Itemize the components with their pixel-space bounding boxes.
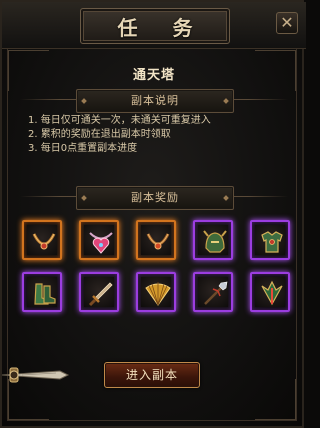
- window-title: 任 务: [117, 15, 207, 40]
- description-header-label: 副本说明: [131, 94, 179, 107]
- description-header: 副本说明: [76, 89, 234, 113]
- rewards-header: 副本奖励: [76, 186, 234, 210]
- enter-dungeon-button[interactable]: 进入副本: [104, 362, 200, 388]
- frame-corner-bottom-right: [255, 379, 296, 420]
- rule-item: 1. 每日仅可通关一次，未通关可重复进入: [28, 115, 211, 126]
- helmet-icon: [203, 230, 227, 253]
- rule-item: 2. 累积的奖励在退出副本时领取: [28, 129, 171, 140]
- close-button[interactable]: ✕: [276, 12, 298, 34]
- reward-grid: [18, 220, 290, 316]
- rule-item: 3. 每日0点重置副本进度: [28, 143, 138, 154]
- reward-slot[interactable]: [136, 220, 176, 260]
- sword-icon: [88, 282, 113, 307]
- reward-slot[interactable]: [250, 272, 290, 312]
- sword-ornament-icon: [2, 367, 70, 383]
- reward-slot[interactable]: [22, 272, 62, 312]
- reward-slot[interactable]: [79, 272, 119, 312]
- close-icon: ✕: [280, 13, 294, 32]
- necklace-icon: [146, 233, 170, 250]
- reward-slot[interactable]: [79, 220, 119, 260]
- reward-slot[interactable]: [193, 220, 233, 260]
- reward-slot[interactable]: [22, 220, 62, 260]
- rewards-header-label: 副本奖励: [131, 191, 179, 204]
- boots-icon: [34, 283, 56, 305]
- dungeon-name: 通天塔: [132, 68, 175, 83]
- armor-icon: [261, 231, 283, 253]
- reward-slot[interactable]: [136, 272, 176, 312]
- fan-icon: [145, 282, 171, 306]
- heart-necklace-icon: [89, 232, 113, 254]
- spear-icon: [204, 281, 228, 305]
- title-plate: 任 务: [80, 8, 230, 44]
- reward-slot[interactable]: [250, 220, 290, 260]
- wing-blade-icon: [261, 280, 283, 306]
- necklace-icon: [32, 233, 56, 250]
- quest-window: 任 务 ✕ 通天塔 副本说明 1. 每日仅可通关一次，未通关可重复进入 2. 累…: [0, 0, 306, 428]
- rules-list: 1. 每日仅可通关一次，未通关可重复进入 2. 累积的奖励在退出副本时领取 3.…: [28, 114, 288, 156]
- window-header: 任 务 ✕: [2, 2, 306, 49]
- reward-slot[interactable]: [193, 272, 233, 312]
